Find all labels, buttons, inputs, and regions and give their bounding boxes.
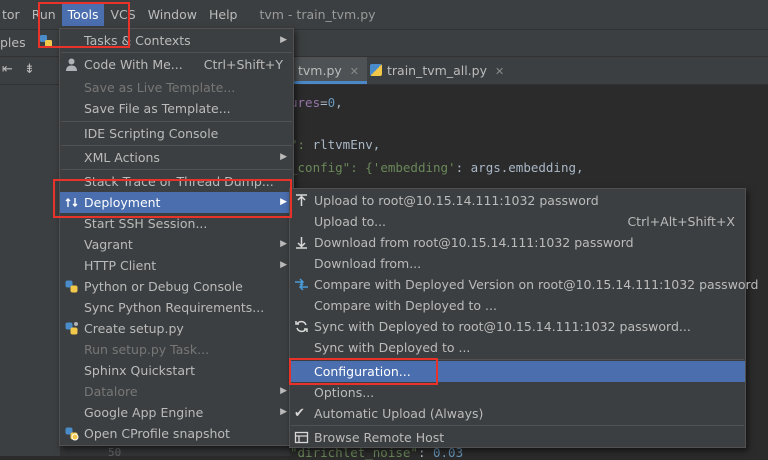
- code-line: ures=0,: [290, 95, 343, 110]
- download-icon: [296, 237, 307, 249]
- python-setup-icon: [65, 322, 78, 335]
- tools-menu: Tasks & Contexts ▶ Code With Me... Ctrl+Sh…: [59, 28, 294, 446]
- menu-item-tasks-contexts[interactable]: Tasks & Contexts ▶: [60, 30, 293, 51]
- menu-item-http-client[interactable]: HTTP Client ▶: [60, 255, 293, 276]
- python-file-icon: [370, 64, 382, 76]
- cprofile-icon: [65, 427, 79, 441]
- tab-train-tvm-all[interactable]: train_tvm_all.py ✕: [362, 57, 512, 84]
- menu-bar: tor Run Tools VCS Window Help tvm - trai…: [0, 0, 768, 29]
- separator: [61, 52, 292, 53]
- code-line: ": rltvmEnv,: [290, 137, 381, 152]
- separator: [61, 121, 292, 122]
- submenu-arrow-icon: ▶: [280, 239, 287, 249]
- menu-item-open-cprofile[interactable]: Open CProfile snapshot: [60, 423, 293, 444]
- tab-tvm[interactable]: tvm.py ✕: [290, 57, 367, 84]
- breadcrumb[interactable]: ples: [0, 35, 26, 50]
- menu-item-configuration[interactable]: Configuration...: [290, 361, 745, 382]
- menu-editor[interactable]: tor: [0, 4, 26, 26]
- menu-item-browse-remote-host[interactable]: Browse Remote Host: [290, 427, 745, 448]
- expand-icon[interactable]: ⇟: [24, 62, 35, 77]
- window-title: tvm - train_tvm.py: [259, 7, 376, 22]
- menu-item-upload-to[interactable]: Upload to... Ctrl+Alt+Shift+X: [290, 211, 745, 232]
- menu-window[interactable]: Window: [142, 4, 203, 26]
- python-icon: [65, 280, 78, 293]
- menu-help[interactable]: Help: [203, 4, 244, 26]
- submenu-arrow-icon: ▶: [280, 386, 287, 396]
- compare-icon: [295, 278, 308, 291]
- menu-item-automatic-upload[interactable]: ✔ Automatic Upload (Always): [290, 403, 745, 424]
- submenu-arrow-icon: ▶: [280, 197, 287, 207]
- submenu-arrow-icon: ▶: [280, 407, 287, 417]
- separator: [291, 425, 744, 426]
- menu-item-python-debug-console[interactable]: Python or Debug Console: [60, 276, 293, 297]
- menu-vcs[interactable]: VCS: [104, 4, 141, 26]
- person-icon: [66, 58, 77, 71]
- separator: [61, 169, 292, 170]
- close-icon[interactable]: ✕: [350, 65, 359, 78]
- menu-item-google-app-engine[interactable]: Google App Engine ▶: [60, 402, 293, 423]
- menu-item-sync-deployed-to[interactable]: Sync with Deployed to ...: [290, 337, 745, 358]
- menu-item-save-file-template[interactable]: Save File as Template...: [60, 98, 293, 119]
- menu-item-sync-deployed-default[interactable]: Sync with Deployed to root@10.15.14.111:…: [290, 316, 745, 337]
- submenu-arrow-icon: ▶: [280, 35, 287, 45]
- separator: [291, 359, 744, 360]
- checkmark-icon: ✔: [294, 406, 305, 421]
- close-icon[interactable]: ✕: [495, 65, 504, 78]
- separator: [61, 145, 292, 146]
- menu-item-sphinx-quickstart[interactable]: Sphinx Quickstart: [60, 360, 293, 381]
- menu-item-upload-to-default[interactable]: Upload to root@10.15.14.111:1032 passwor…: [290, 190, 745, 211]
- collapse-icon[interactable]: ⇤: [2, 62, 13, 77]
- editor-tabs: tvm.py ✕ train_tvm_all.py ✕: [290, 57, 768, 85]
- menu-run[interactable]: Run: [26, 4, 62, 26]
- menu-item-compare-deployed-to[interactable]: Compare with Deployed to ...: [290, 295, 745, 316]
- project-pane: [0, 85, 60, 456]
- tab-label: tvm.py: [298, 63, 342, 78]
- browse-icon: [294, 431, 309, 444]
- tab-label: train_tvm_all.py: [387, 63, 487, 78]
- submenu-arrow-icon: ▶: [280, 260, 287, 270]
- menu-item-create-setup-py[interactable]: Create setup.py: [60, 318, 293, 339]
- deployment-icon: [65, 198, 78, 207]
- menu-item-download-from[interactable]: Download from...: [290, 253, 745, 274]
- menu-item-deployment[interactable]: Deployment ▶: [60, 192, 293, 213]
- menu-tools[interactable]: Tools: [61, 3, 105, 26]
- project-toolbar: ⇤ ⇟: [0, 57, 60, 85]
- menu-item-options[interactable]: Options...: [290, 382, 745, 403]
- menu-item-code-with-me[interactable]: Code With Me... Ctrl+Shift+Y: [60, 54, 293, 75]
- menu-item-ide-scripting-console[interactable]: IDE Scripting Console: [60, 123, 293, 144]
- menu-item-compare-deployed-default[interactable]: Compare with Deployed Version on root@10…: [290, 274, 758, 295]
- code-line: _config": {'embedding': args.embedding,: [290, 160, 584, 175]
- sync-icon: [295, 320, 308, 333]
- deployment-submenu: Upload to root@10.15.14.111:1032 passwor…: [289, 188, 758, 448]
- line-number: 50: [108, 446, 122, 459]
- menu-item-sync-python-requirements[interactable]: Sync Python Requirements...: [60, 297, 293, 318]
- menu-item-run-setup-task: Run setup.py Task...: [84, 342, 210, 357]
- menu-item-vagrant[interactable]: Vagrant ▶: [60, 234, 293, 255]
- submenu-arrow-icon: ▶: [280, 152, 287, 162]
- menu-item-download-from-default[interactable]: Download from root@10.15.14.111:1032 pas…: [290, 232, 745, 253]
- menu-item-save-live-template: Save as Live Template...: [84, 80, 236, 95]
- menu-item-stack-trace[interactable]: Stack Trace or Thread Dump...: [60, 171, 293, 192]
- python-file-icon: [40, 35, 52, 47]
- menu-item-start-ssh-session[interactable]: Start SSH Session...: [60, 213, 293, 234]
- menu-item-datalore: Datalore ▶: [60, 381, 293, 402]
- menu-item-xml-actions[interactable]: XML Actions ▶: [60, 147, 293, 168]
- upload-icon: [296, 194, 307, 206]
